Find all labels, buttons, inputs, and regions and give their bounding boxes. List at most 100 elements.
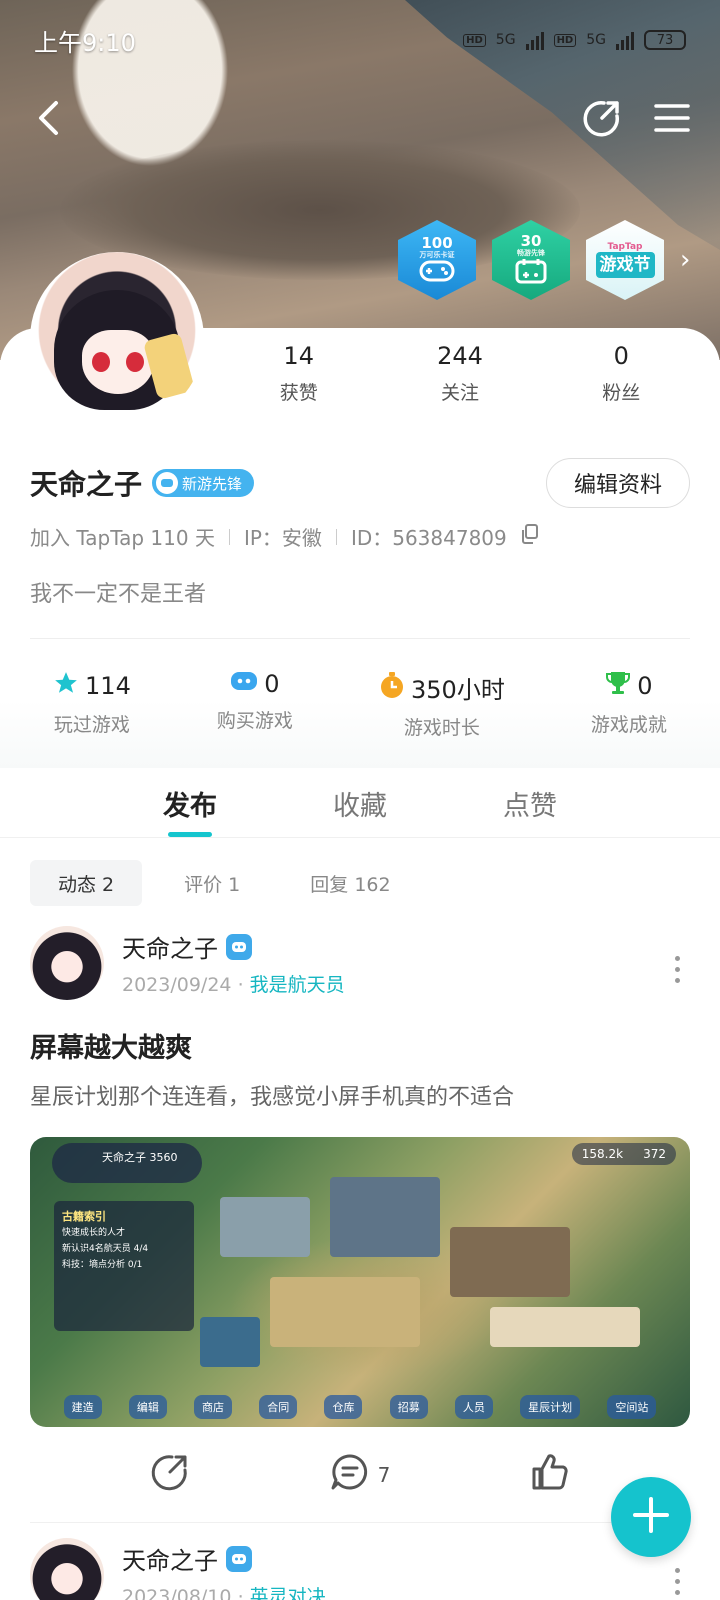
user-tag-label: 新游先锋 [182, 474, 243, 493]
post-group-link[interactable]: 英灵对决 [250, 1586, 326, 1600]
gamepad-badge-icon [156, 472, 179, 494]
quest-panel: 古籍索引 快速成长的人才 新认识4名航天员 4/4 科技：墒点分析 0/1 [54, 1201, 194, 1331]
thumbs-up-icon [530, 1452, 570, 1497]
chevron-right-icon[interactable]: › [680, 245, 690, 275]
post-author-name[interactable]: 天命之子 [122, 1541, 218, 1576]
divider [335, 528, 337, 545]
stat-likes[interactable]: 14 获赞 [280, 342, 318, 405]
post-card[interactable]: 天命之子 2023/08/10 · 英灵对决 [30, 1538, 690, 1600]
stat-label: 获赞 [279, 382, 318, 404]
game-stat-bought[interactable]: 0 购买游戏 [217, 670, 293, 740]
network-label-2: 5G [586, 32, 606, 48]
subtab-replies[interactable]: 回复 162 [282, 860, 418, 906]
post-header: 天命之子 2023/08/10 · 英灵对决 [30, 1538, 690, 1600]
stat-value: 0 [613, 342, 629, 370]
stat-label: 关注 [440, 382, 479, 404]
game-stat-label: 购买游戏 [216, 710, 293, 732]
hud-level: 3560 [149, 1151, 178, 1164]
joined-days: 加入 TapTap 110 天 [30, 526, 215, 550]
menu-icon[interactable] [654, 102, 690, 138]
game-menu-item: 人员 [454, 1395, 493, 1419]
comment-button[interactable]: 7 [330, 1452, 390, 1497]
ip-location: IP：安徽 [243, 526, 322, 550]
tab-likes[interactable]: 点赞 [500, 768, 560, 837]
post-title[interactable]: 屏幕越大越爽 [30, 1026, 690, 1065]
coins-value: 158.2k [581, 1147, 624, 1161]
game-stats: 114 玩过游戏 0 购买游戏 350小时 游戏时长 0 游戏成就 [0, 670, 720, 740]
network-label-1: 5G [495, 32, 516, 48]
game-stat-played[interactable]: 114 玩过游戏 [53, 670, 131, 740]
badge-subtitle: TapTap [607, 241, 643, 252]
tab-favorites[interactable]: 收藏 [330, 768, 390, 837]
game-menu-item: 建造 [63, 1395, 102, 1419]
game-stat-value: 0 [637, 672, 653, 700]
quest-line: 科技：墒点分析 0/1 [62, 1260, 143, 1270]
avatar[interactable] [30, 252, 204, 426]
signal-icon-2 [616, 30, 634, 50]
post-card[interactable]: 天命之子 2023/09/24 · 我是航天员 屏幕越大越爽 星辰计划那个连连看… [30, 926, 690, 1427]
user-tag[interactable]: 新游先锋 [152, 469, 255, 497]
more-options-icon[interactable] [675, 956, 680, 983]
battery-icon: 73 [644, 30, 686, 50]
copy-icon[interactable] [521, 524, 539, 549]
profile-meta: 加入 TapTap 110 天 IP：安徽 ID：563847809 [30, 522, 539, 551]
post-text[interactable]: 星辰计划那个连连看，我感觉小屏手机真的不适合 [30, 1079, 690, 1111]
status-bar: 上午9:10 HD 5G HD 5G 73 [34, 20, 686, 60]
game-stat-value: 0 [264, 670, 280, 698]
meta-separator: · [237, 1586, 244, 1600]
game-stat-label: 玩过游戏 [53, 714, 130, 736]
post-author-name[interactable]: 天命之子 [122, 929, 218, 964]
share-icon[interactable] [582, 98, 622, 142]
post-group-link[interactable]: 我是航天员 [250, 974, 345, 996]
badge-title: 游戏节 [595, 251, 655, 278]
plus-icon [632, 1496, 670, 1538]
like-button[interactable] [530, 1452, 570, 1497]
sub-tabs: 动态 2 评价 1 回复 162 [30, 860, 419, 906]
create-post-button[interactable] [611, 1477, 691, 1557]
meta-separator: · [237, 974, 244, 996]
subtab-moments[interactable]: 动态 2 [30, 860, 143, 906]
game-bottom-bar: 建造 编辑 商店 合同 仓库 招募 人员 星辰计划 空间站 [30, 1395, 690, 1419]
subtab-reviews[interactable]: 评价 1 [156, 860, 268, 906]
verified-badge-icon [226, 933, 252, 960]
badge-100[interactable]: 100 万可乐卡证 [398, 220, 476, 300]
post-image[interactable]: 天命之子 3560 158.2k 372 古籍索引 快速成长的人才 新认识4名航… [30, 1137, 690, 1427]
stopwatch-icon [379, 671, 405, 705]
stat-followers[interactable]: 0 粉丝 [602, 342, 640, 405]
share-button[interactable] [150, 1452, 190, 1497]
hud-name: 天命之子 [102, 1151, 146, 1164]
post-date: 2023/09/24 [122, 974, 232, 996]
badge-festival[interactable]: TapTap 游戏节 [586, 220, 664, 300]
badge-subtitle: 万可乐卡证 [419, 250, 455, 259]
user-name: 天命之子 新游先锋 [30, 463, 255, 503]
game-stat-label: 游戏时长 [403, 717, 480, 739]
comment-icon [330, 1452, 370, 1497]
avatar[interactable] [30, 1538, 104, 1600]
gamepad-icon [419, 260, 455, 286]
star-icon [53, 670, 79, 702]
game-stat-label: 游戏成就 [590, 714, 667, 736]
social-stats: 14 获赞 244 关注 0 粉丝 [220, 342, 700, 405]
back-icon[interactable] [36, 100, 60, 140]
controller-icon [230, 670, 258, 698]
user-name-text: 天命之子 [30, 468, 143, 501]
game-stat-time[interactable]: 350小时 游戏时长 [379, 670, 505, 740]
stat-value: 14 [283, 342, 314, 370]
quest-title: 古籍索引 [62, 1210, 106, 1223]
status-time: 上午9:10 [34, 28, 136, 57]
avatar[interactable] [30, 926, 104, 1000]
edit-profile-button[interactable]: 编辑资料 [546, 458, 690, 508]
divider [30, 638, 690, 639]
gems-value: 372 [643, 1147, 666, 1161]
top-nav [36, 98, 690, 142]
post-actions: 7 [0, 1452, 720, 1497]
quest-line: 新认识4名航天员 4/4 [62, 1244, 149, 1254]
tab-posts[interactable]: 发布 [160, 768, 220, 837]
more-options-icon[interactable] [675, 1568, 680, 1595]
status-icons: HD 5G HD 5G 73 [463, 30, 686, 50]
stat-following[interactable]: 244 关注 [437, 342, 483, 405]
game-hud: 天命之子 3560 [52, 1143, 202, 1183]
bio: 我不一定不是王者 [30, 582, 207, 607]
game-stat-achievements[interactable]: 0 游戏成就 [591, 670, 667, 740]
badge-30[interactable]: 30 畅游先锋 [492, 220, 570, 300]
